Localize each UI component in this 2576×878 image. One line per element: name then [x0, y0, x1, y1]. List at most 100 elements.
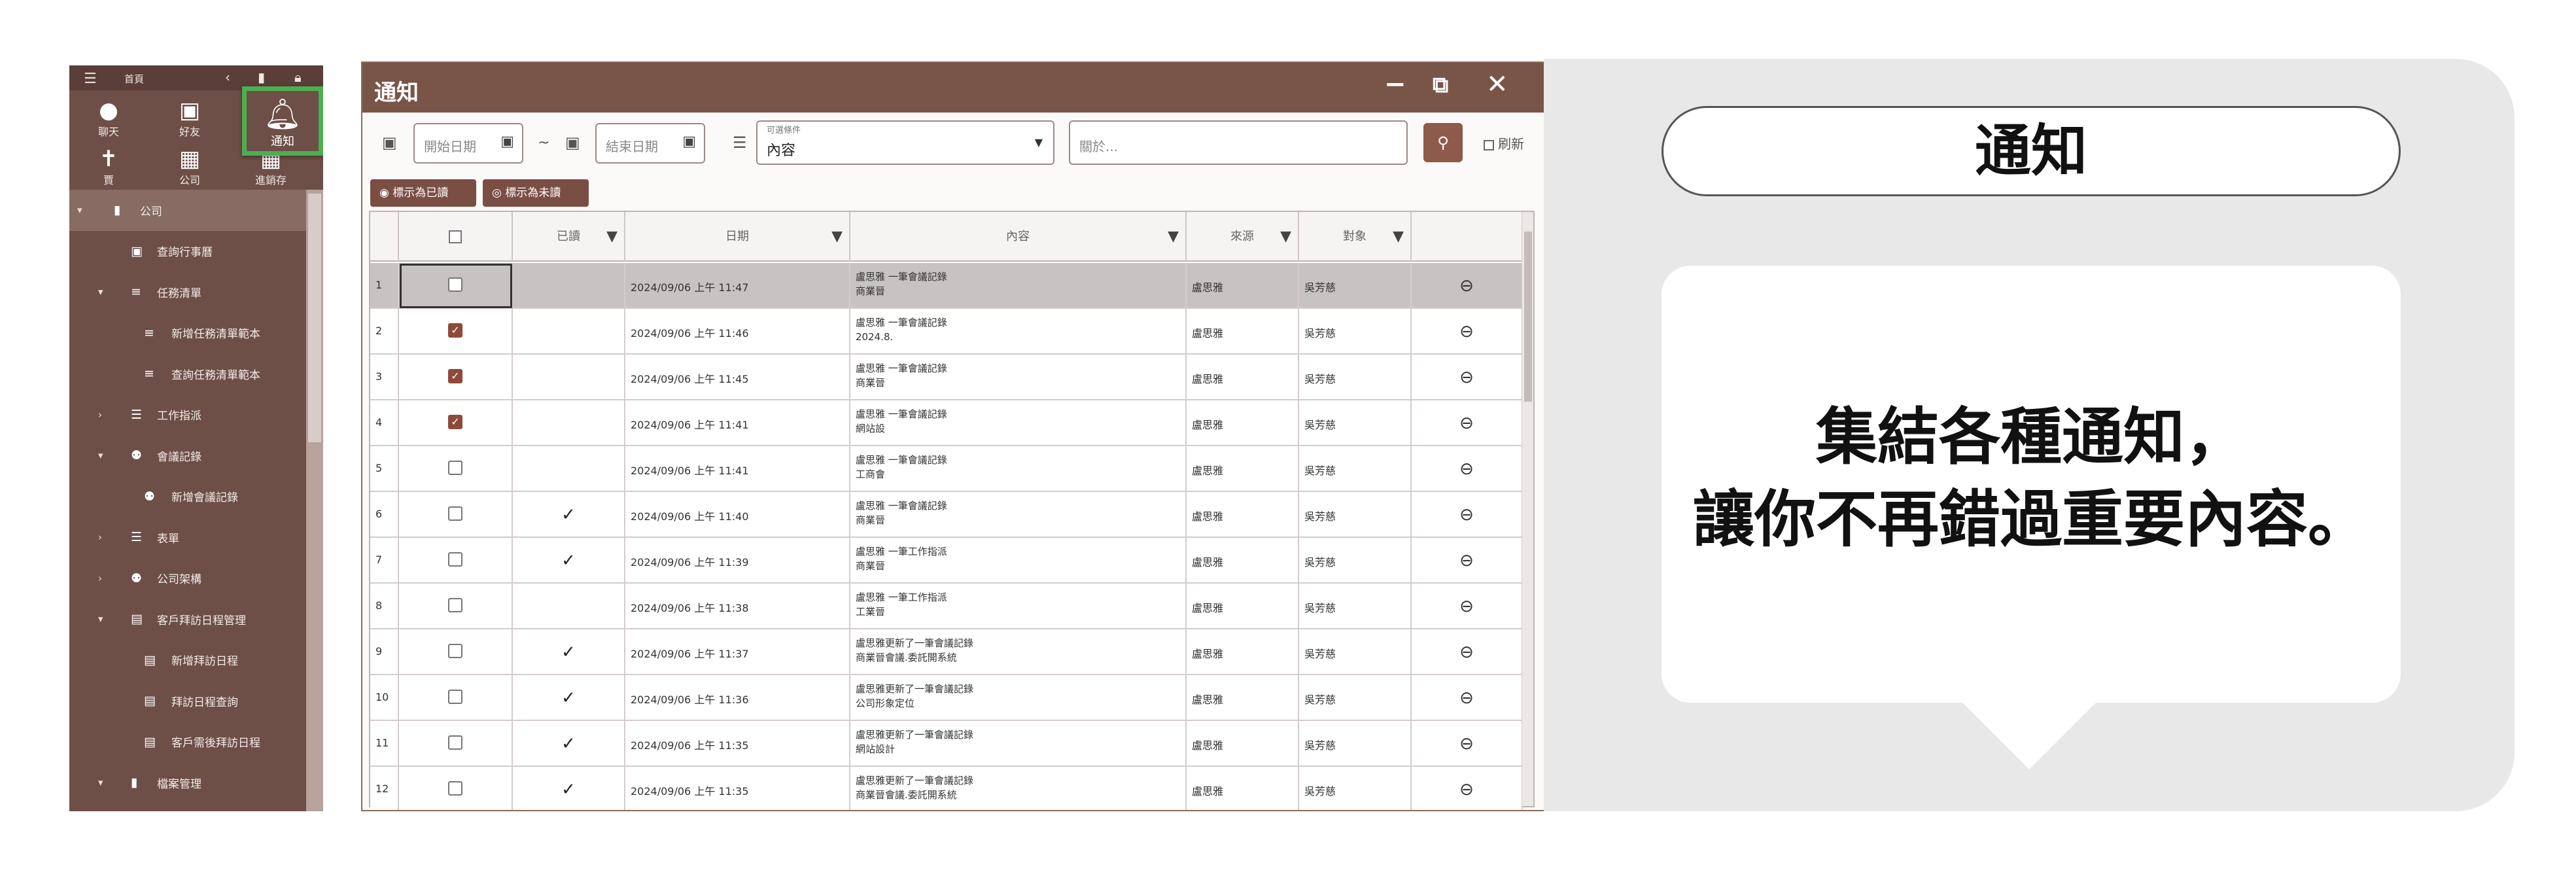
sidebar-item-new-visit[interactable]: ▤ 新增拜訪日程 — [69, 640, 323, 681]
row-select-cell[interactable] — [399, 629, 513, 675]
sidebar-item-visit-search[interactable]: ▤ 拜訪日程查詢 — [69, 680, 323, 722]
link-icon[interactable]: ⊖ — [1459, 734, 1474, 754]
sidebar-item-work-assign[interactable]: › ☰ 工作指派 — [69, 395, 323, 436]
mark-read-button[interactable]: ◉ 標示為已讀 — [370, 179, 476, 207]
link-icon[interactable]: ⊖ — [1459, 642, 1474, 662]
row-checkbox[interactable] — [448, 323, 462, 338]
lock-icon[interactable]: 🔒︎ — [294, 69, 302, 85]
table-row[interactable]: 32024/09/06 上午 11:45盧思雅 一筆會議記錄商業晉盧思雅吳芳慈⊖ — [370, 355, 1523, 400]
row-checkbox[interactable] — [448, 552, 462, 567]
row-select-cell[interactable] — [399, 309, 513, 355]
date-end-input[interactable]: 結束日期 ▣ — [595, 123, 705, 164]
table-row[interactable]: 9 ✓ 2024/09/06 上午 11:37 盧思雅更新了一筆會議記錄 商業晉會議.委… — [370, 629, 1523, 675]
search-button[interactable]: ⚲ — [1423, 123, 1463, 162]
link-icon[interactable]: ⊖ — [1459, 368, 1474, 387]
refresh-checkbox[interactable]: 刷新 — [1484, 133, 1524, 152]
sidebar-item-search-task-template[interactable]: ≡ 查詢任務清單範本 — [69, 353, 323, 395]
link-icon[interactable]: ⊖ — [1459, 505, 1474, 525]
tile-person[interactable]: ✝ 賈 — [69, 147, 148, 186]
row-select-cell[interactable] — [399, 767, 513, 810]
table-row[interactable]: 42024/09/06 上午 11:41盧思雅 一筆會議記錄網站設盧思雅吳芳慈⊖ — [370, 400, 1523, 446]
close-icon[interactable]: ✕ — [1486, 69, 1508, 99]
row-checkbox[interactable] — [448, 369, 462, 383]
link-icon[interactable]: ⊖ — [1459, 688, 1474, 708]
sidebar-item-new-meeting-record[interactable]: ⚉ 新增會議記錄 — [69, 476, 323, 518]
row-link[interactable]: ⊖ — [1412, 538, 1523, 584]
row-select-cell[interactable] — [399, 492, 513, 538]
row-select-cell[interactable] — [399, 721, 513, 767]
restore-icon[interactable]: ⧉ — [1433, 72, 1448, 98]
table-row[interactable]: 5 2024/09/06 上午 11:41 盧思雅 一筆會議記錄 工商會 盧思雅 吳芳慈 ⊖ — [370, 446, 1523, 492]
header-source[interactable]: 來源 ▼ — [1187, 212, 1299, 262]
row-checkbox[interactable] — [448, 644, 462, 658]
link-icon[interactable]: ⊖ — [1459, 551, 1474, 571]
row-checkbox[interactable] — [448, 690, 462, 704]
table-scrollbar[interactable] — [1522, 212, 1533, 806]
row-link[interactable]: ⊖ — [1412, 309, 1523, 355]
calendar-picker-icon[interactable]: ▣ — [682, 133, 696, 150]
tile-notifications[interactable]: 🔔︎ 通知 — [242, 86, 323, 156]
row-checkbox[interactable] — [448, 735, 462, 750]
table-scrollbar-thumb[interactable] — [1524, 232, 1532, 402]
row-link[interactable]: ⊖ — [1412, 629, 1523, 675]
minimize-icon[interactable]: − — [1384, 69, 1406, 99]
mark-unread-button[interactable]: ◎ 標示為未讀 — [483, 179, 589, 207]
search-input[interactable]: 關於... — [1069, 120, 1408, 165]
sidebar-scrollbar[interactable] — [306, 190, 323, 811]
condition-select[interactable]: 可選條件 內容 ▼ — [756, 120, 1054, 165]
refresh-checkbox-box[interactable] — [1484, 139, 1494, 150]
link-icon[interactable]: ⊖ — [1459, 459, 1474, 479]
row-checkbox[interactable] — [448, 598, 462, 612]
link-icon[interactable]: ⊖ — [1459, 597, 1474, 616]
row-checkbox[interactable] — [448, 461, 462, 475]
sidebar-item-new-task-template[interactable]: ≡ 新增任務清單範本 — [69, 313, 323, 354]
hamburger-icon[interactable]: ☰ — [84, 71, 97, 87]
header-read[interactable]: 已讀 ▼ — [513, 212, 625, 262]
row-select-cell[interactable] — [399, 355, 513, 400]
sidebar-item-meeting-records[interactable]: ▾ ⚉ 會議記錄 — [69, 435, 323, 476]
row-link[interactable]: ⊖ — [1412, 400, 1523, 446]
sidebar-scrollbar-thumb[interactable] — [308, 194, 321, 442]
link-icon[interactable]: ⊖ — [1459, 322, 1474, 342]
table-row[interactable]: 10 ✓ 2024/09/06 上午 11:36 盧思雅更新了一筆會議記錄 公司形象定位… — [370, 675, 1523, 721]
table-row[interactable]: 1 2024/09/06 上午 11:47 盧思雅 一筆會議記錄 商業晉 盧思雅 吳芳慈 ⊖ — [370, 263, 1523, 309]
row-select-cell[interactable] — [399, 538, 513, 584]
sidebar-item-forms[interactable]: › ☰ 表單 — [69, 517, 323, 558]
row-link[interactable]: ⊖ — [1412, 721, 1523, 767]
header-select-all[interactable] — [399, 212, 513, 262]
chevron-left-icon[interactable]: ‹ — [225, 69, 230, 85]
header-date[interactable]: 日期 ▼ — [625, 212, 850, 262]
row-link[interactable]: ⊖ — [1412, 492, 1523, 538]
filter-icon[interactable]: ▼ — [1393, 212, 1404, 262]
filter-icon[interactable]: ▼ — [1280, 212, 1291, 262]
link-icon[interactable]: ⊖ — [1459, 780, 1474, 799]
calendar-picker-icon[interactable]: ▣ — [500, 133, 514, 150]
row-checkbox[interactable] — [448, 781, 462, 796]
row-link[interactable]: ⊖ — [1412, 263, 1523, 309]
row-link[interactable]: ⊖ — [1412, 767, 1523, 810]
row-link[interactable]: ⊖ — [1412, 584, 1523, 629]
row-checkbox[interactable] — [448, 415, 462, 429]
sidebar-item-task-list[interactable]: ▾ ≡ 任務清單 — [69, 272, 323, 313]
sidebar-item-calendar[interactable]: ▣ 查詢行事曆 — [69, 231, 323, 272]
table-row[interactable]: 8 2024/09/06 上午 11:38 盧思雅 一筆工作指派 工業晉 盧思雅 吳芳慈 ⊖ — [370, 584, 1523, 629]
row-link[interactable]: ⊖ — [1412, 675, 1523, 721]
row-link[interactable]: ⊖ — [1412, 355, 1523, 400]
table-row[interactable]: 22024/09/06 上午 11:46盧思雅 一筆會議記錄2024.8.盧思雅… — [370, 309, 1523, 355]
row-link[interactable]: ⊖ — [1412, 446, 1523, 492]
pin-icon[interactable]: ▮ — [258, 69, 265, 85]
table-row[interactable]: 11 ✓ 2024/09/06 上午 11:35 盧思雅更新了一筆會議記錄 網站設計 盧思… — [370, 721, 1523, 767]
row-checkbox[interactable] — [448, 506, 462, 521]
header-target[interactable]: 對象 ▼ — [1299, 212, 1412, 262]
table-row[interactable]: 6 ✓ 2024/09/06 上午 11:40 盧思雅 一筆會議記錄 商業晉 盧思雅 吳芳慈… — [370, 492, 1523, 538]
home-label[interactable]: 首頁 — [124, 72, 144, 86]
row-select-cell[interactable] — [399, 675, 513, 721]
tile-company[interactable]: ▦ 公司 — [150, 147, 229, 186]
row-select-cell[interactable] — [399, 446, 513, 492]
dropdown-arrow-icon[interactable]: ▼ — [1035, 136, 1043, 149]
row-select-cell[interactable] — [399, 584, 513, 629]
table-row[interactable]: 12 ✓ 2024/09/06 上午 11:35 盧思雅更新了一筆會議記錄 商業晉會議.… — [370, 767, 1523, 810]
sidebar-item-company[interactable]: ▾ ▮ 公司 — [69, 190, 323, 231]
select-all-checkbox[interactable] — [449, 230, 462, 243]
sidebar-item-company-structure[interactable]: › ⚉ 公司架構 — [69, 558, 323, 599]
